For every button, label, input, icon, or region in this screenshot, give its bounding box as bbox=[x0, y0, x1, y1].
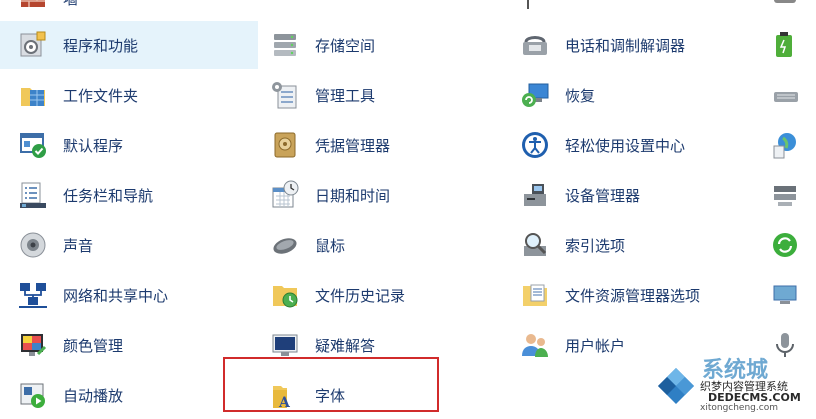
keyboard-icon bbox=[770, 80, 800, 110]
item-ease-of-access[interactable]: 轻松使用设置中心 bbox=[502, 121, 750, 169]
credential-vault-icon bbox=[270, 130, 300, 160]
item-label: 日期和时间 bbox=[315, 186, 391, 205]
item-keyboard-partial[interactable] bbox=[752, 71, 816, 119]
folder-options-icon bbox=[520, 280, 550, 310]
item-firewall-partial[interactable]: 墙 bbox=[0, 0, 258, 22]
indexing-search-icon bbox=[520, 230, 550, 260]
phone-modem-icon bbox=[520, 30, 550, 60]
item-label: 程序和功能 bbox=[63, 36, 139, 55]
item-label: 工作文件夹 bbox=[63, 86, 139, 105]
item-label: 文件资源管理器选项 bbox=[565, 286, 701, 305]
item-datetime[interactable]: 日期和时间 bbox=[252, 171, 500, 219]
programs-icon bbox=[18, 30, 48, 60]
item-network[interactable]: 网络和共享中心 bbox=[0, 271, 258, 319]
item-label: 存储空间 bbox=[315, 36, 376, 55]
storage-icon bbox=[270, 30, 300, 60]
usb-drive-icon bbox=[270, 0, 300, 13]
taskbar-icon bbox=[18, 180, 48, 210]
item-programs[interactable]: 程序和功能 bbox=[0, 21, 258, 69]
item-label: 用户帐户 bbox=[565, 336, 626, 355]
network-icon bbox=[18, 280, 48, 310]
item-admin-tools[interactable]: 管理工具 bbox=[252, 71, 500, 119]
item-label: 网络和共享中心 bbox=[63, 286, 169, 305]
file-history-icon bbox=[270, 280, 300, 310]
sync-icon bbox=[770, 230, 800, 260]
color-management-icon bbox=[18, 330, 48, 360]
item-label: 凭据管理器 bbox=[315, 136, 391, 155]
item-troubleshooting[interactable]: 疑难解答 bbox=[252, 321, 500, 369]
item-label: 索引选项 bbox=[565, 236, 626, 255]
item-default-programs[interactable]: 默认程序 bbox=[0, 121, 258, 169]
calendar-clock-icon bbox=[270, 180, 300, 210]
item-label: 恢复 bbox=[565, 86, 596, 105]
item-windows-to-go-partial[interactable]: ▀▀▀▀▀▀▀ ▀▀ ▀▀ bbox=[252, 0, 500, 22]
flag-icon bbox=[520, 0, 550, 13]
mouse-icon bbox=[270, 230, 300, 260]
item-col3-partial[interactable] bbox=[752, 0, 816, 22]
item-label: 设备管理器 bbox=[565, 186, 641, 205]
ease-of-access-icon bbox=[520, 130, 550, 160]
svg-text:A: A bbox=[278, 395, 291, 410]
item-color-management[interactable]: 颜色管理 bbox=[0, 321, 258, 369]
system-icon bbox=[770, 180, 800, 210]
control-panel-items-grid: 墙 ▀▀▀▀▀▀▀ ▀▀ ▀▀ ▀▀▀▀▀ 程序和功能 存储空间 电话和调制 bbox=[0, 0, 816, 414]
item-label: 声音 bbox=[63, 236, 94, 255]
item-fonts[interactable]: A 字体 bbox=[252, 371, 500, 419]
speaker-icon bbox=[18, 230, 48, 260]
item-security-partial[interactable]: ▀▀▀▀▀ bbox=[502, 0, 750, 22]
item-label: 字体 bbox=[315, 386, 346, 405]
device-manager-icon bbox=[520, 180, 550, 210]
autoplay-icon bbox=[18, 380, 48, 410]
item-device-manager[interactable]: 设备管理器 bbox=[502, 171, 750, 219]
users-icon bbox=[520, 330, 550, 360]
item-autoplay[interactable]: 自动播放 bbox=[0, 371, 258, 419]
item-sound[interactable]: 声音 bbox=[0, 221, 258, 269]
item-storage[interactable]: 存储空间 bbox=[252, 21, 500, 69]
item-file-history[interactable]: 文件历史记录 bbox=[252, 271, 500, 319]
item-label: 自动播放 bbox=[63, 386, 124, 405]
item-internet-options-partial[interactable] bbox=[752, 121, 816, 169]
item-taskbar[interactable]: 任务栏和导航 bbox=[0, 171, 258, 219]
item-indexing[interactable]: 索引选项 bbox=[502, 221, 750, 269]
item-label: 疑难解答 bbox=[315, 336, 376, 355]
troubleshooting-icon bbox=[270, 330, 300, 360]
device-icon bbox=[770, 0, 800, 13]
item-label: 电话和调制解调器 bbox=[565, 36, 686, 55]
item-power-partial[interactable] bbox=[752, 21, 816, 69]
microphone-icon bbox=[770, 330, 800, 360]
item-recovery[interactable]: 恢复 bbox=[502, 71, 750, 119]
item-label: 文件历史记录 bbox=[315, 286, 406, 305]
item-phone-modem[interactable]: 电话和调制解调器 bbox=[502, 21, 750, 69]
fonts-folder-icon: A bbox=[270, 380, 300, 411]
item-user-accounts[interactable]: 用户帐户 bbox=[502, 321, 750, 369]
item-label: 颜色管理 bbox=[63, 336, 124, 355]
item-label: 轻松使用设置中心 bbox=[565, 136, 686, 155]
item-label: 墙 bbox=[63, 0, 78, 9]
work-folders-icon bbox=[18, 80, 48, 110]
item-label: 任务栏和导航 bbox=[63, 186, 154, 205]
recovery-icon bbox=[520, 80, 550, 110]
battery-icon bbox=[770, 30, 800, 60]
item-sync-center-partial[interactable] bbox=[752, 221, 816, 269]
item-work-folders[interactable]: 工作文件夹 bbox=[0, 71, 258, 119]
item-label: 默认程序 bbox=[63, 136, 124, 155]
item-col3-r4-partial[interactable] bbox=[752, 171, 816, 219]
item-explorer-options[interactable]: 文件资源管理器选项 bbox=[502, 271, 750, 319]
item-col3-r6-partial[interactable] bbox=[752, 271, 816, 319]
monitor-icon bbox=[770, 280, 800, 310]
default-programs-icon bbox=[18, 130, 48, 160]
item-speech-partial[interactable] bbox=[752, 321, 816, 369]
item-label: 管理工具 bbox=[315, 86, 376, 105]
item-mouse[interactable]: 鼠标 bbox=[252, 221, 500, 269]
globe-icon bbox=[770, 130, 800, 160]
item-label: 鼠标 bbox=[315, 236, 346, 255]
item-credential-manager[interactable]: 凭据管理器 bbox=[252, 121, 500, 169]
admin-tools-icon bbox=[270, 80, 300, 110]
firewall-icon bbox=[18, 0, 48, 13]
